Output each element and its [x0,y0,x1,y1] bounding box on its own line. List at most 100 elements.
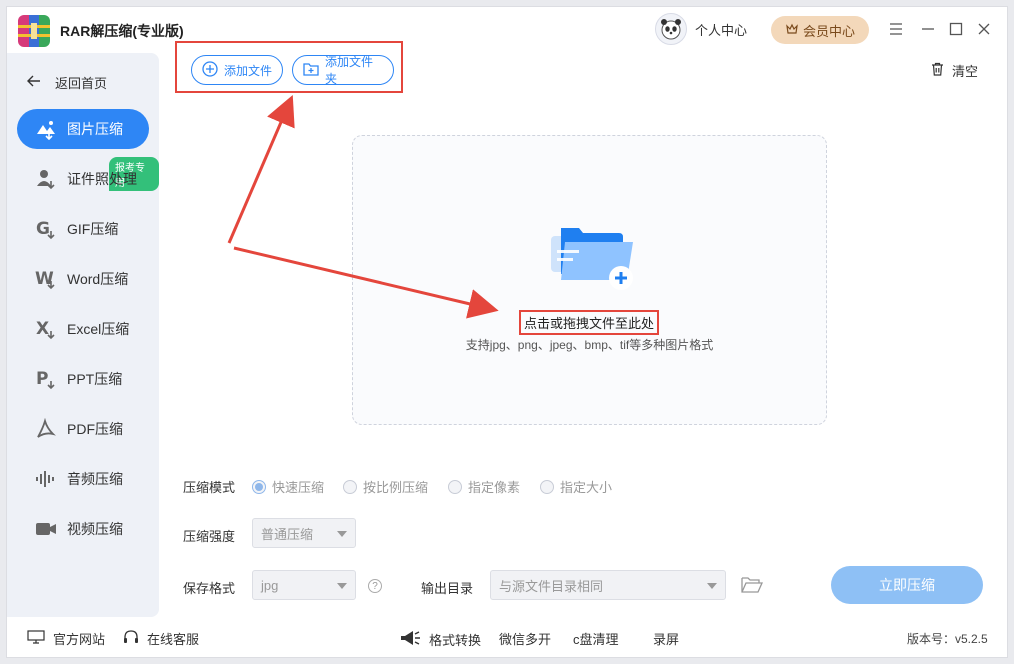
sidebar-item-excel[interactable]: X Excel压缩 [17,309,149,349]
add-file-label: 添加文件 [224,63,273,78]
sidebar-item-gif[interactable]: G GIF压缩 [17,209,149,249]
back-home-button[interactable]: 返回首页 [27,73,107,92]
add-folder-button[interactable]: 添加文件夹 [292,55,394,86]
mode-label: 指定像素 [468,480,521,495]
app-title: RAR解压缩(专业版) [60,23,184,39]
sidebar-item-video[interactable]: 视频压缩 [17,509,149,549]
radio-dot [448,479,462,494]
disk-clean-label: c盘清理 [573,632,619,647]
image-compress-icon [33,116,59,142]
app-window: RAR解压缩(专业版) 个人中心 会员中心 返回首页 图片压缩 报考专用 证件照… [6,6,1008,658]
sidebar-item-ppt[interactable]: P PPT压缩 [17,359,149,399]
screen-record-label: 录屏 [653,632,680,647]
folder-plus-icon [303,61,319,80]
sidebar-item-audio[interactable]: 音频压缩 [17,459,149,499]
sidebar-item-label: Excel压缩 [67,321,130,337]
compress-mode-label: 压缩模式 [183,480,236,495]
sidebar-item-label: 视频压缩 [67,521,123,537]
disk-clean-link[interactable]: c盘清理 [573,629,619,648]
crown-icon [785,22,799,39]
strength-value: 普通压缩 [261,526,314,542]
folder-add-icon [549,222,637,295]
menu-icon[interactable] [885,18,907,40]
sidebar: 返回首页 图片压缩 报考专用 证件照处理 G GIF压缩 W Word压缩 X … [7,53,159,617]
arrow-left-icon [27,75,41,90]
radio-dot [252,479,266,494]
megaphone-icon [399,629,421,650]
wechat-multi-link[interactable]: 微信多开 [499,629,551,648]
compress-now-button[interactable]: 立即压缩 [831,566,983,604]
output-dir-value: 与源文件目录相同 [499,578,604,594]
vip-label: 会员中心 [802,23,855,39]
radio-dot [540,479,554,494]
save-format-label: 保存格式 [183,581,236,596]
back-home-label: 返回首页 [55,76,108,91]
close-icon[interactable] [973,18,995,40]
excel-icon: X [33,316,59,342]
format-value: jpg [261,577,279,593]
output-dir-select[interactable]: 与源文件目录相同 [490,570,726,600]
add-folder-label: 添加文件夹 [325,55,374,86]
sidebar-item-word[interactable]: W Word压缩 [17,259,149,299]
online-support-link[interactable]: 在线客服 [123,629,199,648]
clear-label: 清空 [952,64,979,79]
clear-button[interactable]: 清空 [931,61,978,80]
sidebar-item-label: 证件照处理 [67,171,137,187]
sidebar-item-label: 图片压缩 [67,121,123,137]
wechat-multi-label: 微信多开 [499,632,552,647]
id-photo-icon [33,166,59,192]
maximize-icon[interactable] [945,18,967,40]
headset-icon [123,629,139,648]
chevron-down-icon [707,583,717,589]
chevron-down-icon [337,583,347,589]
gif-icon: G [33,216,59,242]
sidebar-item-pdf[interactable]: PDF压缩 [17,409,149,449]
title-bar: RAR解压缩(专业版) 个人中心 会员中心 [7,7,1007,53]
drop-zone[interactable]: 点击或拖拽文件至此处 支持jpg、png、jpeg、bmp、tif等多种图片格式 [352,135,827,425]
official-website-label: 官方网站 [53,632,106,647]
format-convert-link[interactable]: 格式转换 [399,629,481,650]
audio-icon [33,466,59,492]
rar-logo-icon [18,15,50,47]
profile-center-button[interactable]: 个人中心 [655,13,747,45]
mode-radio-fast[interactable]: 快速压缩 [252,477,324,496]
sidebar-item-id-photo[interactable]: 证件照处理 [17,159,149,199]
vip-center-button[interactable]: 会员中心 [771,16,869,44]
official-website-link[interactable]: 官方网站 [27,629,105,648]
video-icon [33,516,59,542]
word-icon: W [33,266,59,292]
compress-strength-label: 压缩强度 [183,529,236,544]
output-dir-label: 输出目录 [421,581,474,596]
strength-select[interactable]: 普通压缩 [252,518,356,548]
drop-zone-hint: 点击或拖拽文件至此处 [519,310,660,335]
sidebar-item-label: PPT压缩 [67,371,123,387]
version-text: 版本号：v5.2.5 [907,632,988,646]
svg-text:P: P [36,369,48,389]
online-support-label: 在线客服 [147,632,200,647]
mode-radio-ratio[interactable]: 按比例压缩 [343,477,428,496]
mode-label: 快速压缩 [272,480,325,495]
plus-circle-icon [202,60,218,80]
chevron-down-icon [337,531,347,537]
supported-formats-text: 支持jpg、png、jpeg、bmp、tif等多种图片格式 [465,338,714,352]
help-icon[interactable]: ? [368,579,382,593]
sidebar-item-image-compress[interactable]: 图片压缩 [17,109,149,149]
format-convert-label: 格式转换 [429,633,482,648]
mode-label: 指定大小 [560,480,613,495]
sidebar-item-label: 音频压缩 [67,471,123,487]
mode-radio-size[interactable]: 指定大小 [540,477,612,496]
sidebar-item-label: Word压缩 [67,271,129,287]
format-select[interactable]: jpg [252,570,356,600]
mode-label: 按比例压缩 [363,480,429,495]
sidebar-item-label: PDF压缩 [67,421,123,437]
add-file-button[interactable]: 添加文件 [191,55,283,85]
svg-text:X: X [36,319,49,339]
screen-record-link[interactable]: 录屏 [653,629,679,648]
open-folder-icon[interactable] [741,576,764,597]
sidebar-item-label: GIF压缩 [67,221,119,237]
mode-radio-pixels[interactable]: 指定像素 [448,477,520,496]
pdf-icon [33,416,59,442]
minimize-icon[interactable] [917,18,939,40]
radio-dot [343,479,357,494]
ppt-icon: P [33,366,59,392]
